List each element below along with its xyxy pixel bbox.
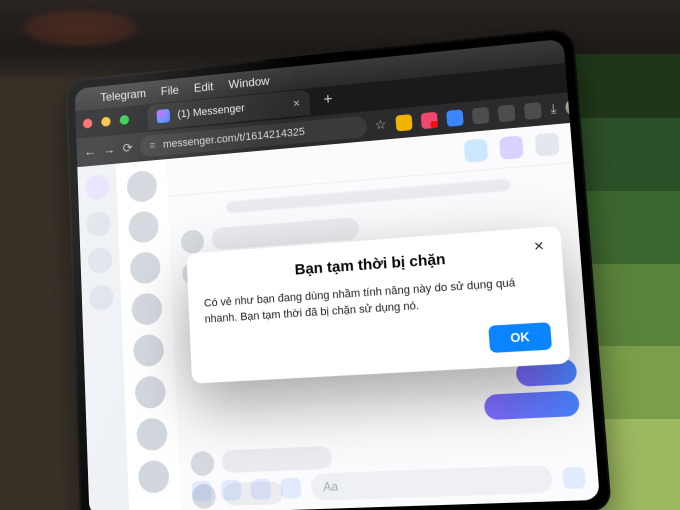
new-tab-button[interactable]: + xyxy=(323,91,333,109)
nav-reload-icon[interactable]: ⟳ xyxy=(122,140,133,156)
window-close-button[interactable] xyxy=(83,119,92,129)
extension-icon[interactable] xyxy=(395,114,412,131)
browser-tab-title: (1) Messenger xyxy=(177,103,245,121)
tab-close-icon[interactable]: × xyxy=(293,96,301,110)
nav-archive-icon[interactable] xyxy=(89,284,114,311)
extension-icon[interactable] xyxy=(420,112,437,129)
conversation-avatar[interactable] xyxy=(130,251,161,284)
blocked-dialog: × Bạn tạm thời bị chặn Có vẻ như bạn đan… xyxy=(186,226,570,384)
conversation-avatar[interactable] xyxy=(128,210,159,243)
extension-icon[interactable] xyxy=(446,109,464,127)
window-minimize-button[interactable] xyxy=(101,117,111,127)
close-icon: × xyxy=(533,238,544,256)
menubar-item-edit[interactable]: Edit xyxy=(194,80,214,95)
nav-back-icon[interactable]: ← xyxy=(84,144,96,159)
laptop: Telegram File Edit Window (1) Messenger … xyxy=(65,28,612,510)
dialog-body: Có vẻ như bạn đang dùng nhầm tính năng n… xyxy=(204,274,549,329)
window-zoom-button[interactable] xyxy=(120,115,130,125)
address-bar-url: messenger.com/t/1614214325 xyxy=(163,126,305,151)
extension-icon[interactable] xyxy=(471,107,489,125)
extensions-menu-icon[interactable] xyxy=(523,102,541,120)
nav-chats-icon[interactable] xyxy=(85,174,110,201)
browser-window: (1) Messenger × + ← → ⟳ ≡ messenger.com/… xyxy=(75,63,600,510)
menubar-item-window[interactable]: Window xyxy=(228,74,270,92)
chat-pane: Aa × Bạn tạm thời bị chặn Có vẻ như bạn … xyxy=(166,123,600,510)
nav-marketplace-icon[interactable] xyxy=(86,210,111,237)
screen: Telegram File Edit Window (1) Messenger … xyxy=(75,39,600,510)
photo-scene: Telegram File Edit Window (1) Messenger … xyxy=(0,0,680,510)
menubar-item-file[interactable]: File xyxy=(160,83,179,98)
bookmark-star-icon[interactable]: ☆ xyxy=(374,116,387,133)
conversation-avatar[interactable] xyxy=(133,334,165,368)
nav-forward-icon[interactable]: → xyxy=(103,142,116,157)
dialog-ok-button[interactable]: OK xyxy=(488,322,552,353)
conversation-avatar[interactable] xyxy=(138,460,170,494)
messenger-page: Aa × Bạn tạm thời bị chặn Có vẻ như bạn … xyxy=(77,123,600,510)
conversation-avatar[interactable] xyxy=(134,375,166,409)
download-icon[interactable]: ⤓ xyxy=(550,100,557,117)
background-blur xyxy=(20,8,140,48)
conversation-avatar[interactable] xyxy=(136,418,168,452)
dialog-close-button[interactable]: × xyxy=(526,235,551,259)
conversation-avatar[interactable] xyxy=(131,292,162,325)
site-security-icon[interactable]: ≡ xyxy=(149,140,155,152)
messenger-favicon-icon xyxy=(157,109,171,124)
menubar-app-name[interactable]: Telegram xyxy=(100,86,146,104)
nav-requests-icon[interactable] xyxy=(88,247,113,274)
conversation-avatar[interactable] xyxy=(126,170,157,203)
extension-icon[interactable] xyxy=(497,104,515,122)
